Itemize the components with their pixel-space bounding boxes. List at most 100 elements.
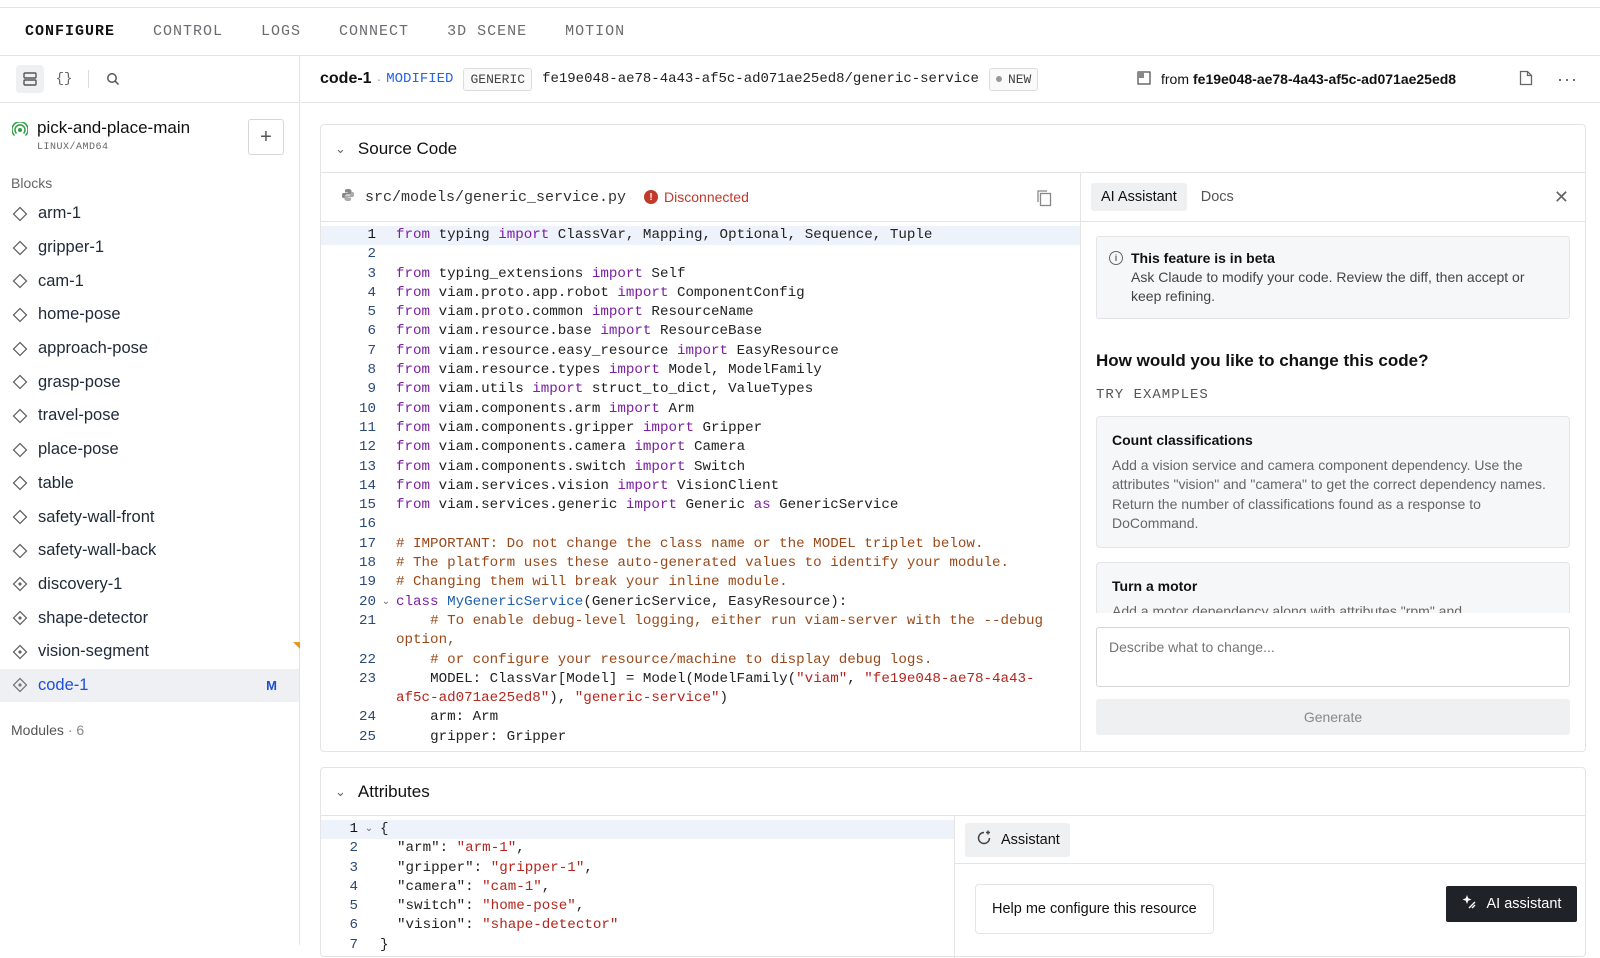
fold-chevron-icon: ⌄ (381, 596, 391, 608)
fold-chevron-icon: ⌄ (364, 824, 374, 835)
ai-assistant-label: AI assistant (1486, 896, 1562, 912)
help-configure-button[interactable]: Help me configure this resource (975, 884, 1214, 934)
code-editor[interactable]: src/models/generic_service.py ! Disconnec… (321, 173, 1081, 751)
list-view-icon[interactable] (16, 65, 44, 93)
tab-control[interactable]: CONTROL (153, 23, 223, 40)
assistant-tab-label: Assistant (1001, 831, 1060, 848)
modified-badge: M (266, 677, 277, 693)
diamond-icon (12, 273, 28, 289)
sidebar-item-approach-pose[interactable]: approach-pose (0, 332, 299, 366)
sidebar-item-discovery-1[interactable]: discovery-1 (0, 568, 299, 602)
tab-motion[interactable]: MOTION (565, 23, 625, 40)
sidebar-item-label: approach-pose (38, 339, 149, 358)
code-line: 5 "switch": "home-pose", (349, 898, 585, 915)
search-icon[interactable] (99, 65, 127, 93)
service-diamond-icon (12, 644, 28, 660)
chevron-down-icon: ⌄ (335, 140, 346, 156)
code-line: 6 "vision": "shape-detector" (349, 917, 619, 934)
example-title: Count classifications (1112, 432, 1253, 448)
sidebar-toolbar: {} (0, 56, 299, 103)
code-line: 11 from viam.components.gripper import Gr… (358, 419, 763, 436)
try-examples-label: TRY EXAMPLES (1096, 387, 1209, 403)
service-diamond-icon (12, 610, 28, 626)
sidebar-item-place-pose[interactable]: place-pose (0, 433, 299, 467)
service-diamond-icon (12, 677, 28, 693)
file-icon[interactable] (1519, 70, 1533, 89)
sidebar-item-gripper-1[interactable]: gripper-1 (0, 231, 299, 265)
sidebar-item-label: safety-wall-front (38, 507, 155, 526)
tab-connect[interactable]: CONNECT (339, 23, 409, 40)
tab-logs[interactable]: LOGS (261, 23, 301, 40)
new-badge: NEW (988, 67, 1039, 91)
example-card[interactable]: Turn a motor Add a motor dependency alon… (1096, 562, 1570, 613)
sidebar-item-label: cam-1 (38, 271, 84, 290)
example-desc: Add a motor dependency along with attrib… (1112, 603, 1463, 613)
code-line: 17 # IMPORTANT: Do not change the class n… (358, 535, 984, 552)
tab-docs[interactable]: Docs (1191, 183, 1244, 211)
source-code-panel: ⌄ Source Code src/models/generic_service… (320, 124, 1586, 752)
tab-ai-assistant[interactable]: AI Assistant (1091, 183, 1187, 211)
beta-body: Ask Claude to modify your code. Review t… (1131, 269, 1525, 304)
code-line: 2 (367, 246, 376, 263)
generate-button[interactable]: Generate (1096, 699, 1570, 735)
python-file-icon (341, 188, 355, 206)
sidebar-item-label: gripper-1 (38, 238, 105, 257)
sidebar-item-safety-wall-front[interactable]: safety-wall-front (0, 500, 299, 534)
diamond-icon (12, 475, 28, 491)
machine-header: pick-and-place-main LINUX/AMD64 + (0, 103, 299, 169)
copy-icon[interactable] (1036, 189, 1052, 211)
sidebar-item-home-pose[interactable]: home-pose (0, 298, 299, 332)
example-title: Turn a motor (1112, 578, 1198, 595)
tab-configure[interactable]: CONFIGURE (25, 23, 115, 40)
service-diamond-icon (12, 576, 28, 592)
code-line: 20 ⌄ class MyGenericService(GenericService… (321, 593, 1080, 612)
module-icon (1137, 70, 1151, 88)
tab-3d-scene[interactable]: 3D SCENE (447, 23, 527, 40)
change-description-input[interactable] (1096, 627, 1570, 687)
resource-title: code-1 (320, 70, 372, 87)
add-block-button[interactable]: + (248, 119, 284, 155)
editor-file-bar: src/models/generic_service.py ! Disconnec… (321, 173, 1080, 222)
code-line: 10 from viam.components.arm import Arm (358, 400, 695, 417)
json-view-icon[interactable]: {} (50, 65, 78, 93)
code-line: 12 from viam.components.camera import Cam… (358, 439, 746, 456)
code-line: 7} (349, 936, 389, 953)
sidebar-item-label: table (38, 473, 74, 492)
sidebar-item-vision-segment[interactable]: vision-segment (0, 635, 299, 669)
beta-title: This feature is in beta (1131, 250, 1275, 266)
attributes-header[interactable]: ⌄ Attributes (321, 768, 1585, 816)
sidebar-item-table[interactable]: table (0, 467, 299, 501)
code-line: 7 from viam.resource.easy_resource import… (367, 342, 839, 359)
source-code-header[interactable]: ⌄ Source Code (321, 125, 1585, 173)
code-line: 6 from viam.resource.base import Resource… (367, 323, 763, 340)
code-line: 14 from viam.services.vision import Visio… (358, 477, 780, 494)
close-icon[interactable]: ✕ (1554, 187, 1569, 208)
status-text: Disconnected (664, 189, 749, 205)
code-line: 18 # The platform uses these auto-generat… (358, 555, 1009, 572)
sidebar-item-travel-pose[interactable]: travel-pose (0, 399, 299, 433)
modules-section[interactable]: Modules · 6 (0, 702, 299, 738)
ai-assistant-button[interactable]: AI assistant (1446, 886, 1577, 922)
code-line: 13 from viam.components.switch import Swi… (358, 458, 746, 475)
sidebar-item-shape-detector[interactable]: shape-detector (0, 601, 299, 635)
warning-marker (293, 642, 300, 649)
assistant-tab[interactable]: Assistant (965, 822, 1070, 857)
file-name: src/models/generic_service.py (365, 188, 627, 206)
example-card[interactable]: Count classifications Add a vision servi… (1096, 416, 1570, 549)
online-status-icon (11, 121, 29, 143)
diamond-icon (12, 442, 28, 458)
sidebar-item-arm-1[interactable]: arm-1 (0, 197, 299, 231)
sidebar-item-code-1[interactable]: code-1 M (0, 668, 299, 703)
diamond-icon (12, 543, 28, 559)
code-line: 4 from viam.proto.app.robot import Compon… (367, 284, 805, 301)
resource-kind-chip: GENERIC (463, 67, 533, 91)
sidebar-item-safety-wall-back[interactable]: safety-wall-back (0, 534, 299, 568)
attributes-json-editor[interactable]: 1 ⌄{ 2 "arm": "arm-1", 3 "gripper": "grip… (321, 816, 955, 958)
more-options-icon[interactable]: ··· (1557, 69, 1578, 90)
sidebar-item-cam-1[interactable]: cam-1 (0, 264, 299, 298)
attributes-title: Attributes (357, 781, 430, 801)
examples-list: Count classifications Add a vision servi… (1096, 416, 1570, 613)
code-line: 8 from viam.resource.types import Model, … (367, 362, 822, 379)
code-line: 3 from typing_extensions import Self (367, 265, 686, 282)
sidebar-item-grasp-pose[interactable]: grasp-pose (0, 365, 299, 399)
